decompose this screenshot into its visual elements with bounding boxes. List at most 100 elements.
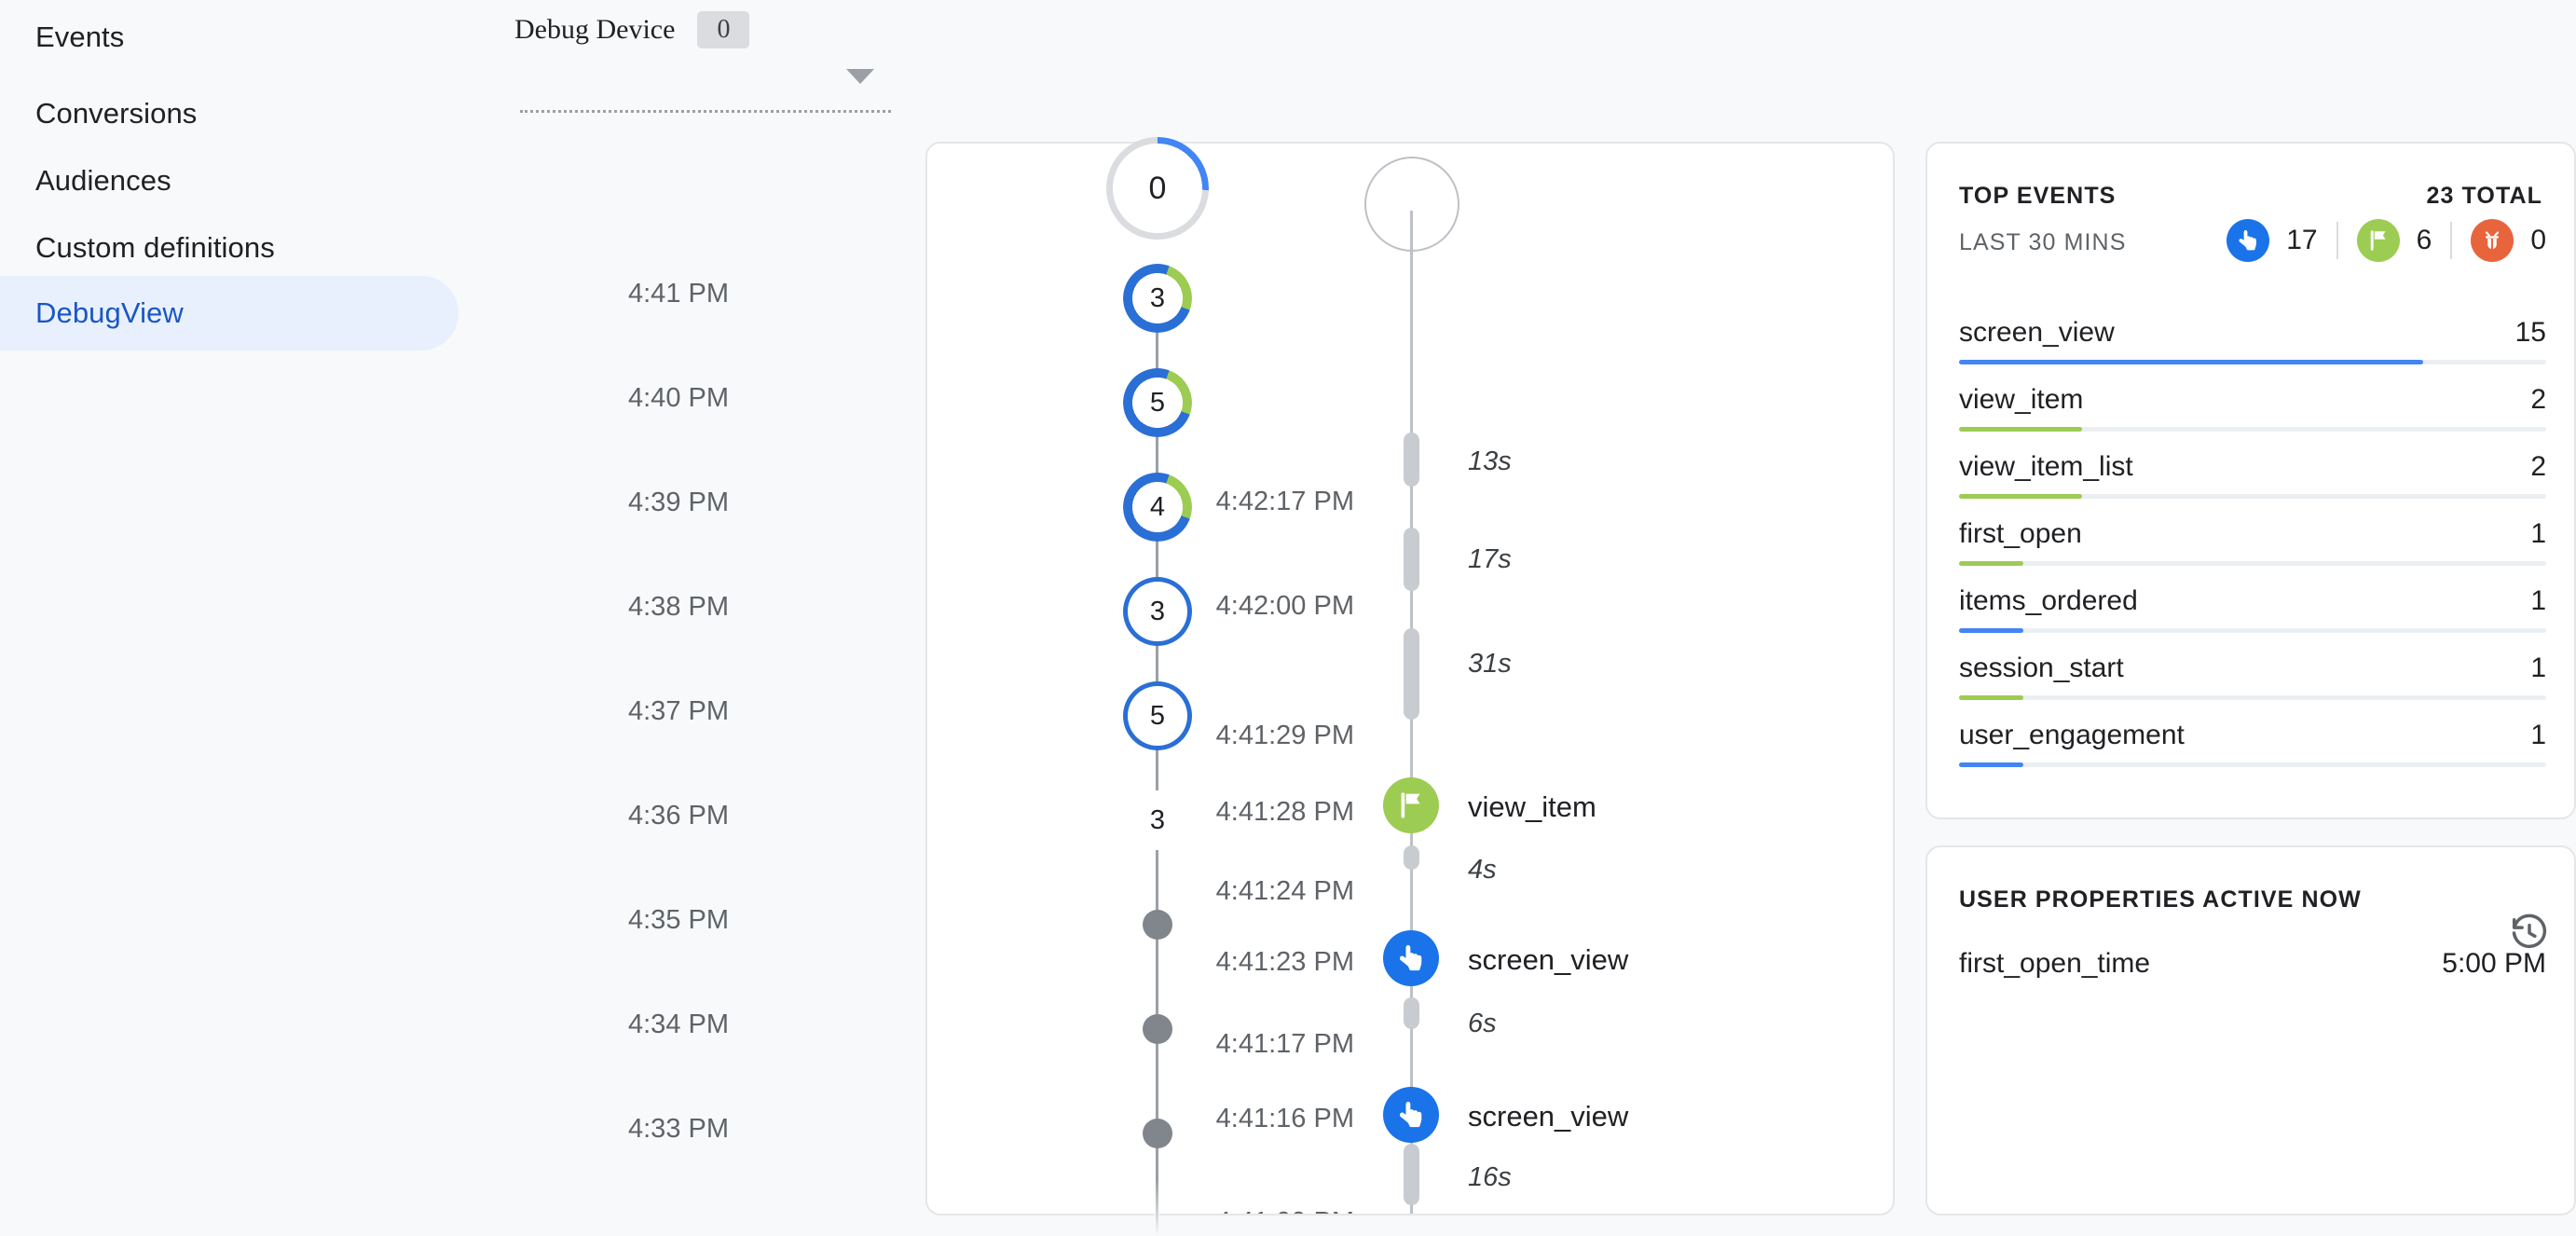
flag-icon [2356,219,2400,262]
minute-count-node[interactable]: 3 [1128,790,1187,850]
tap-icon[interactable] [1383,930,1439,986]
event-gap-duration: 4s [1468,855,1497,885]
top-event-name: view_item [1959,384,2084,415]
minute-count-value: 3 [1149,596,1166,626]
sidebar-item-label: Custom definitions [35,231,275,264]
top-event-name: screen_view [1959,317,2115,348]
event-timestamp: 4:41:17 PM [1215,1029,1354,1059]
minute-count-value: 3 [1149,282,1166,313]
minute-empty-dot[interactable] [1143,1119,1172,1148]
top-event-bar-track [1959,427,2546,432]
event-name[interactable]: view_item [1468,790,1596,824]
minute-label: 4:37 PM [628,696,729,726]
minute-empty-dot[interactable] [1143,910,1172,940]
sidebar-item-debugview[interactable]: DebugView [0,276,459,350]
sidebar-item-audiences[interactable]: Audiences [0,144,459,218]
minute-count-node[interactable]: 5 [1123,368,1192,437]
event-timestamp: 4:41:28 PM [1215,797,1354,827]
top-events-title: TOP EVENTS [1959,183,2117,209]
top-event-count: 2 [2530,384,2546,415]
event-name[interactable]: screen_view [1468,1100,1628,1133]
event-gap-duration: 13s [1468,446,1512,476]
top-event-bar [1959,427,2083,432]
minute-count-value: 5 [1149,700,1166,731]
minute-count-node[interactable]: 5 [1128,686,1187,746]
top-event-bar [1959,628,2024,633]
minute-count-node[interactable]: 4 [1123,473,1192,542]
top-event-name: session_start [1959,652,2124,683]
top-event-count: 1 [2530,585,2546,616]
sidebar-item-label: DebugView [35,296,184,329]
sidebar-item-conversions[interactable]: Conversions [0,76,459,151]
summary-group: 6 [2356,219,2432,262]
minute-label: 4:36 PM [628,801,729,831]
top-events-total: 23 TOTAL [2426,183,2542,209]
top-event-name: items_ordered [1959,585,2138,616]
minute-label: 4:38 PM [628,592,729,622]
minute-count-value: 4 [1149,491,1166,522]
summary-count: 6 [2416,225,2432,255]
top-event-bar [1959,494,2083,499]
top-event-count: 15 [2514,317,2546,348]
top-event-bar-track [1959,762,2546,767]
minute-count-value: 5 [1149,387,1166,418]
event-gap-marker [1404,997,1419,1029]
sidebar-item-label: Audiences [35,164,171,197]
minute-count-node[interactable]: 3 [1123,264,1192,333]
event-timestamp: 4:41:16 PM [1215,1104,1354,1133]
minute-label: 4:40 PM [628,383,729,413]
event-gap-duration: 31s [1468,649,1512,679]
tap-icon[interactable] [1383,1087,1439,1143]
event-type-summary: 17 6 0 [2227,216,2546,265]
summary-divider [2450,222,2453,259]
top-event-bar [1959,561,2024,566]
event-timestamp: 4:41:00 PM [1216,1207,1354,1214]
minute-empty-dot[interactable] [1143,1014,1172,1044]
user-properties-card: USER PROPERTIES ACTIVE NOW first_open_ti… [1925,845,2576,1215]
event-name[interactable]: screen_view [1468,943,1628,977]
top-event-bar-track [1959,360,2546,364]
top-event-bar [1959,360,2423,364]
top-event-count: 1 [2530,518,2546,549]
minute-label: 4:35 PM [628,905,729,935]
event-gap-duration: 16s [1468,1162,1512,1192]
summary-count: 0 [2530,225,2546,255]
chevron-down-icon[interactable] [846,69,874,84]
debug-device-row: Debug Device 0 [514,7,891,52]
sidebar-item-label: Conversions [35,97,198,130]
top-event-bar-track [1959,494,2546,499]
top-event-name: user_engagement [1959,720,2185,750]
event-timestamp: 4:42:17 PM [1215,487,1354,516]
sidebar: Events Conversions Audiences Custom definit… [0,0,459,1236]
minute-timeline-spine [1155,298,1159,1236]
user-property-value: 5:00 PM [2442,948,2546,979]
top-event-count: 1 [2530,720,2546,750]
event-gap-marker [1404,528,1419,591]
event-gap-marker [1404,845,1419,870]
event-gap-marker [1404,433,1419,487]
flag-icon[interactable] [1383,777,1439,833]
sidebar-item-events[interactable]: Events [0,0,459,75]
top-events-subtitle: LAST 30 MINS [1959,229,2127,255]
top-event-bar [1959,762,2024,767]
user-property-row: first_open_time 5:00 PM [1959,948,2546,1008]
debug-device-underline [520,110,891,113]
minute-count-node[interactable]: 3 [1128,582,1187,641]
summary-group: 0 [2471,219,2546,262]
minute-count-value: 3 [1149,804,1166,835]
top-event-name: first_open [1959,518,2082,549]
minute-timeline: Debug Device 0 0 4:41 PM 3 4:40 PM 5 4:39 PM 4… [459,0,1209,1236]
top-event-bar [1959,695,2024,700]
event-gap-marker [1404,1144,1419,1205]
event-gap-duration: 6s [1468,1009,1497,1038]
event-stream-card: 4:42:17 PM 4:42:00 PM 4:41:29 PM 4:41:28 PM… [925,142,1895,1215]
minute-count-node[interactable]: 0 [1106,137,1209,240]
summary-count: 17 [2286,225,2318,255]
tap-icon [2227,219,2270,262]
top-event-count: 1 [2530,652,2546,683]
sidebar-item-custom-definitions[interactable]: Custom definitions [0,211,459,285]
top-event-bar-track [1959,561,2546,566]
debug-device-selector[interactable]: Debug Device 0 [514,7,891,113]
top-event-count: 2 [2530,451,2546,482]
user-properties-title: USER PROPERTIES ACTIVE NOW [1959,886,2362,913]
